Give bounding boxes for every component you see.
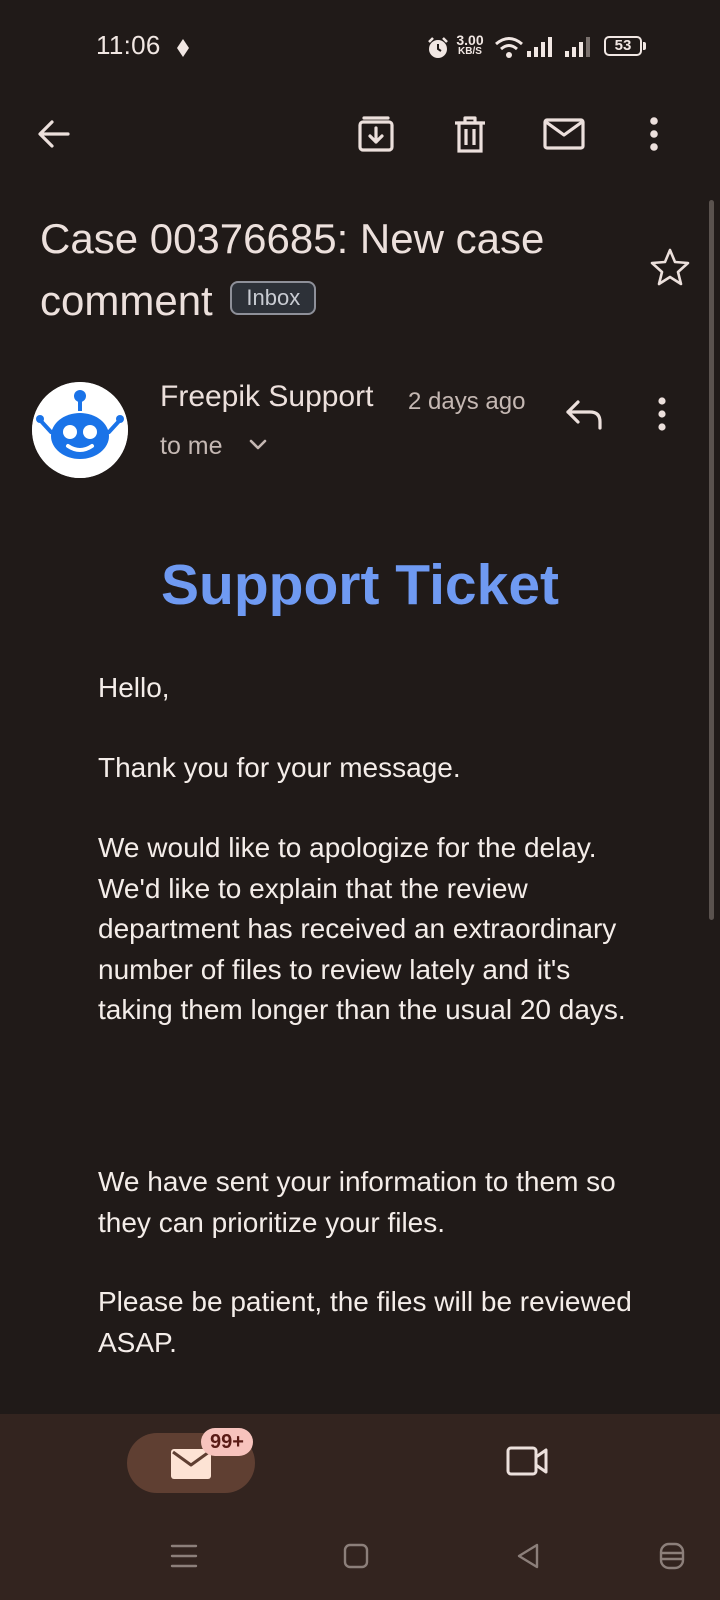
- email-timestamp: 2 days ago: [408, 388, 526, 415]
- sender-name[interactable]: Freepik Support: [160, 380, 373, 414]
- signal-strength-2-icon: [565, 37, 590, 57]
- mark-unread-button[interactable]: [532, 102, 596, 166]
- more-vert-icon: [658, 397, 666, 431]
- more-options-button[interactable]: [622, 102, 686, 166]
- status-bar: 11:06 3.00 KB/S 53: [0, 0, 720, 96]
- status-time: 11:06: [96, 30, 161, 60]
- email-screen: 11:06 3.00 KB/S 53 Case 00376685: New ca…: [0, 0, 720, 1600]
- sender-avatar[interactable]: [32, 382, 128, 478]
- network-speed-value: 3.00: [456, 32, 484, 48]
- notification-app-icon: [177, 39, 189, 57]
- email-subject: Case 00376685: New case comment Inbox: [40, 208, 640, 332]
- system-back-button[interactable]: [510, 1538, 546, 1574]
- assistant-button[interactable]: [654, 1538, 690, 1574]
- archive-button[interactable]: [344, 102, 408, 166]
- meet-tab[interactable]: [505, 1444, 553, 1480]
- body-paragraph-thanks: Thank you for your message.: [98, 752, 461, 783]
- home-button[interactable]: [338, 1538, 374, 1574]
- assistant-icon: [659, 1542, 685, 1570]
- inbox-label-chip[interactable]: Inbox: [230, 280, 317, 315]
- alarm-icon: [428, 37, 448, 58]
- body-paragraph-apology: We would like to apologize for the delay…: [98, 832, 626, 1025]
- reply-button[interactable]: [564, 396, 620, 444]
- unread-count-badge: 99+: [201, 1428, 253, 1456]
- recent-apps-button[interactable]: [166, 1538, 202, 1574]
- chevron-down-icon[interactable]: [248, 438, 268, 452]
- network-speed: 3.00 KB/S: [452, 32, 488, 58]
- back-arrow-icon: [38, 120, 70, 148]
- battery-level: 53: [614, 37, 632, 54]
- support-ticket-heading: Support Ticket: [161, 553, 559, 617]
- home-square-icon: [343, 1543, 369, 1569]
- body-paragraph-patience: Please be patient, the files will be rev…: [98, 1286, 632, 1358]
- message-more-button[interactable]: [656, 396, 696, 444]
- delete-icon: [455, 116, 485, 153]
- back-triangle-icon: [517, 1543, 539, 1569]
- archive-icon: [358, 116, 394, 152]
- mark-unread-icon: [543, 118, 585, 150]
- video-call-icon: [506, 1446, 548, 1476]
- menu-lines-icon: [170, 1544, 198, 1568]
- signal-strength-icon: [527, 37, 552, 57]
- battery-tip: [643, 42, 646, 50]
- recipient-label[interactable]: to me: [160, 432, 223, 461]
- battery-icon: 53: [604, 36, 642, 56]
- robot-logo-icon: [32, 382, 128, 478]
- body-paragraph-greeting: Hello,: [98, 672, 170, 703]
- wifi-icon: [495, 37, 523, 58]
- reply-icon: [566, 400, 602, 430]
- delete-button[interactable]: [438, 102, 502, 166]
- more-vert-icon: [650, 117, 658, 151]
- back-button[interactable]: [22, 102, 86, 166]
- body-paragraph-prioritize: We have sent your information to them so…: [98, 1166, 616, 1238]
- scrollbar[interactable]: [709, 200, 714, 920]
- star-icon[interactable]: [650, 248, 690, 286]
